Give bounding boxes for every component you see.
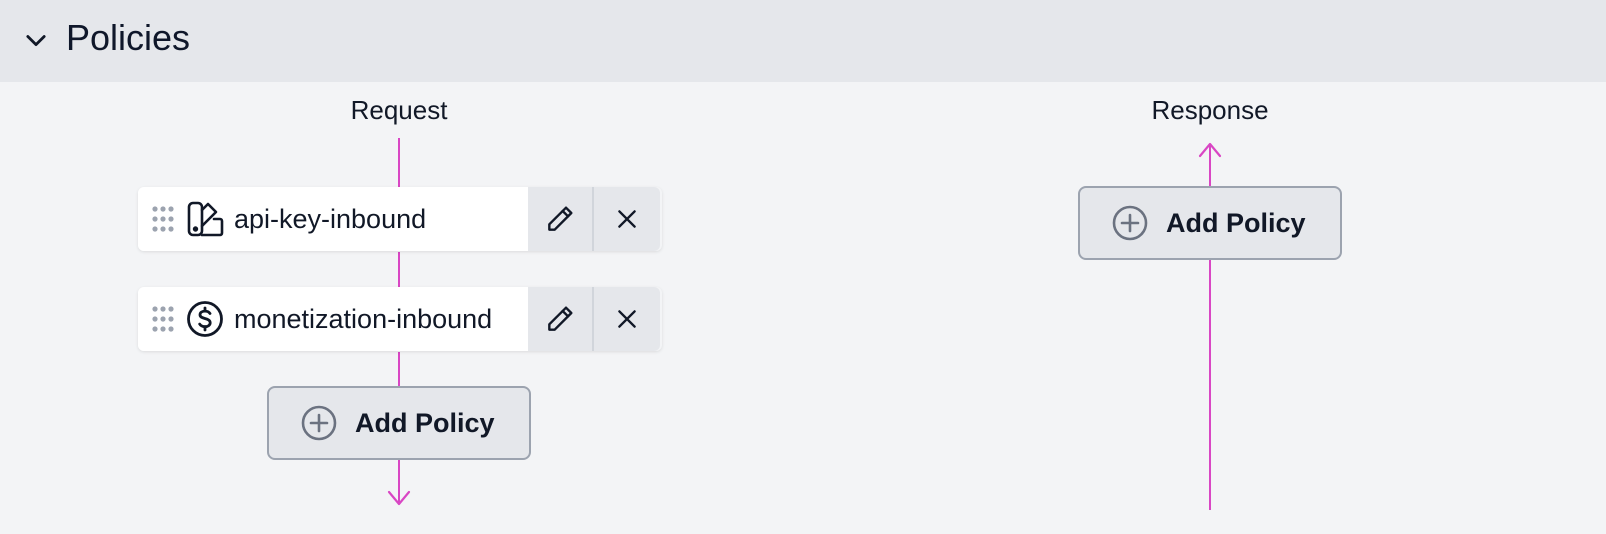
policy-card-api-key-inbound: api-key-inbound <box>138 187 662 251</box>
drag-handle-icon[interactable] <box>150 305 176 333</box>
drag-handle-icon[interactable] <box>150 205 176 233</box>
plus-circle-icon <box>301 405 337 441</box>
pencil-icon <box>548 206 573 231</box>
policy-name: api-key-inbound <box>234 203 427 234</box>
pencil-icon <box>548 306 573 331</box>
response-label: Response <box>1151 95 1269 125</box>
chevron-down-icon[interactable] <box>22 26 50 54</box>
request-arrow-down-icon <box>387 490 411 506</box>
request-flow-line <box>398 138 400 188</box>
remove-policy-button[interactable] <box>594 187 660 251</box>
request-flow-line <box>398 352 400 388</box>
request-add-policy-button[interactable]: Add Policy <box>267 386 531 460</box>
section-title: Policies <box>66 17 191 58</box>
edit-policy-button[interactable] <box>528 287 594 351</box>
policy-body: api-key-inbound <box>138 187 528 251</box>
response-flow-line <box>1209 144 1211 188</box>
request-flow-line <box>398 252 400 288</box>
response-add-policy-button[interactable]: Add Policy <box>1078 186 1342 260</box>
policy-card-monetization-inbound: monetization-inbound <box>138 287 662 351</box>
edit-policy-button[interactable] <box>528 187 594 251</box>
add-policy-label: Add Policy <box>1166 207 1306 238</box>
api-key-icon <box>187 201 224 237</box>
policies-section-header[interactable]: Policies <box>0 0 1606 82</box>
dollar-circle-icon <box>187 301 223 337</box>
add-policy-label: Add Policy <box>355 407 495 438</box>
response-flow-line <box>1209 260 1211 510</box>
close-icon <box>618 310 636 328</box>
close-icon <box>618 210 636 228</box>
policy-body: monetization-inbound <box>138 287 528 351</box>
policy-name: monetization-inbound <box>234 303 493 334</box>
remove-policy-button[interactable] <box>594 287 660 351</box>
plus-circle-icon <box>1112 205 1148 241</box>
request-label: Request <box>350 95 448 125</box>
